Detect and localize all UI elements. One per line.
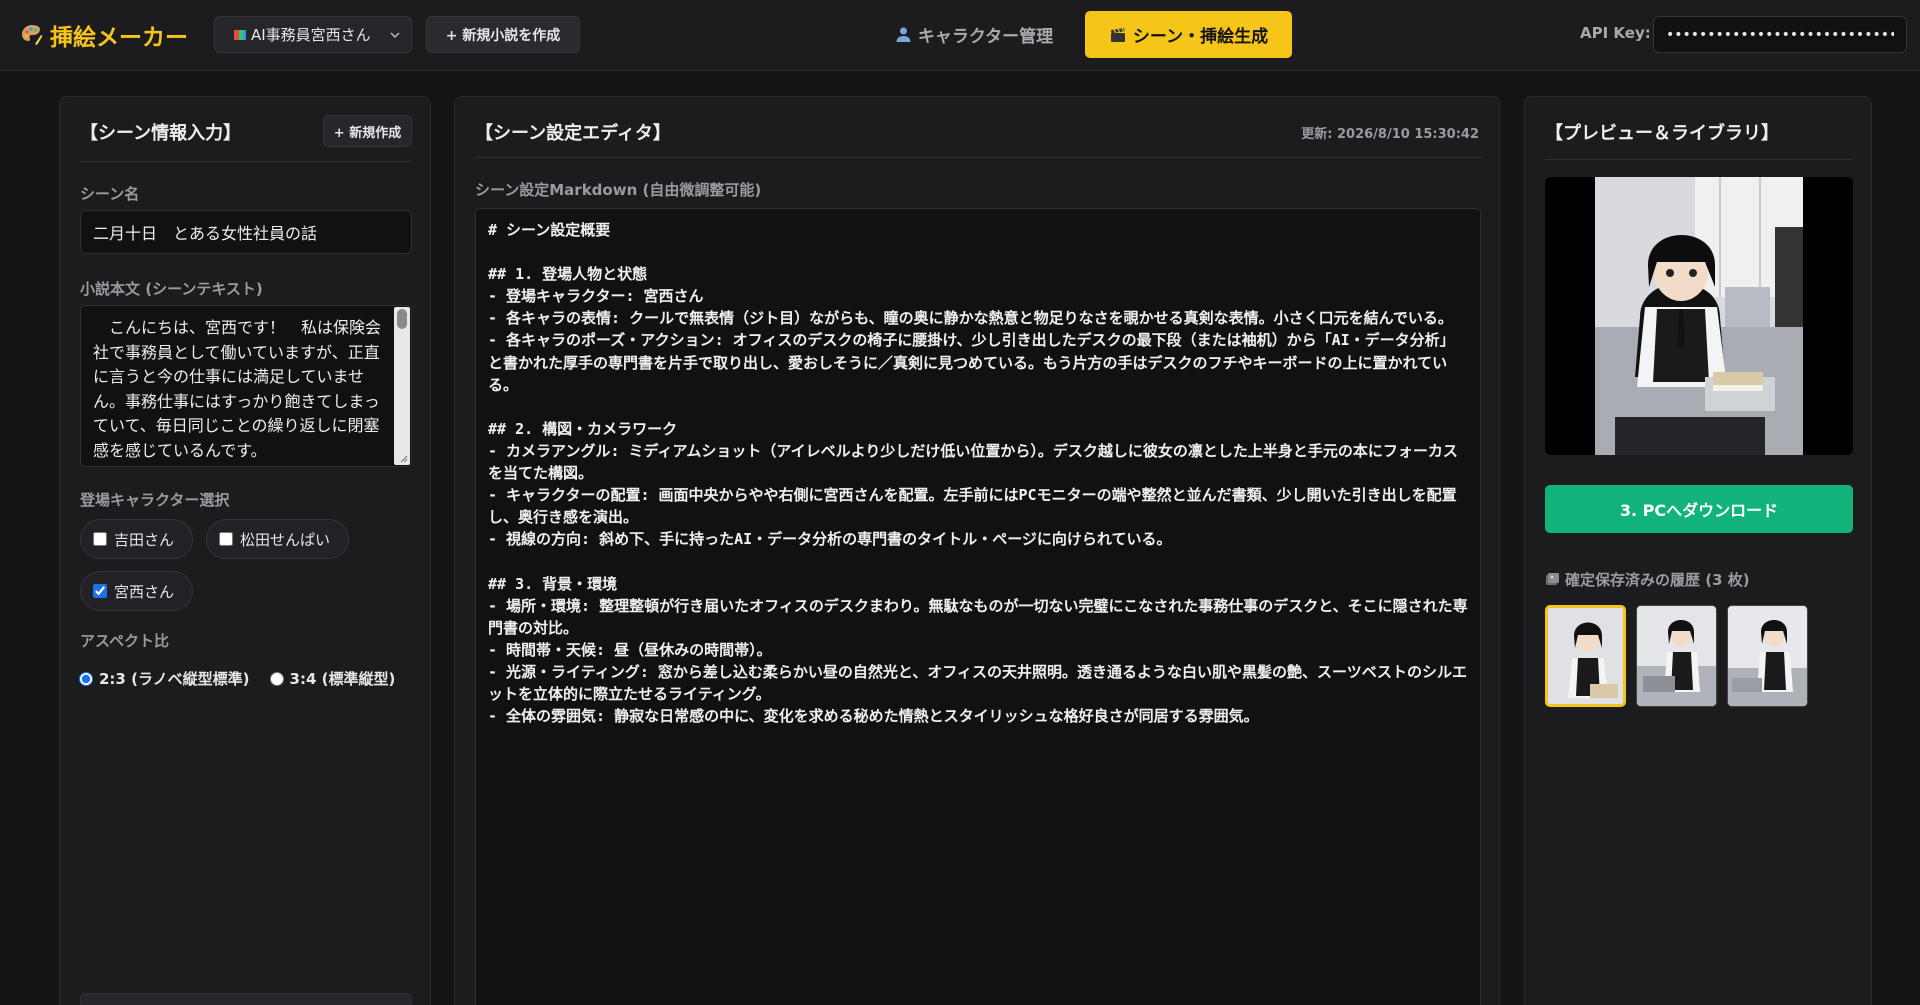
history-label: 確定保存済みの履歴 (3 枚) [1545, 569, 1750, 590]
history-thumbnail-3[interactable] [1727, 605, 1808, 707]
new-scene-button[interactable]: + 新規作成 [323, 115, 412, 147]
character-checkbox-miyanishi[interactable] [93, 584, 107, 598]
illustration-preview [1545, 177, 1853, 455]
download-button[interactable]: 3. PCへダウンロード [1545, 485, 1853, 533]
aspect-option-label: 3:4 (標準縦型) [289, 670, 396, 688]
new-novel-button[interactable]: + 新規小説を作成 [426, 16, 580, 53]
character-chip-miyanishi[interactable]: 宮西さん [80, 571, 193, 611]
divider [475, 157, 1481, 158]
character-checkbox-yoshida[interactable] [93, 532, 107, 546]
markdown-editor[interactable]: # シーン設定概要 ## 1. 登場人物と状態 - 登場キャラクター: 宮西さん… [475, 208, 1481, 1005]
api-key-label: API Key: [1580, 24, 1651, 42]
palette-icon [22, 25, 43, 45]
character-chip-yoshida[interactable]: 吉田さん [80, 519, 193, 559]
markdown-label: シーン設定Markdown (自由微調整可能) [475, 181, 762, 199]
thumbnail-image [1637, 606, 1716, 706]
nav-character-label: キャラクター管理 [917, 27, 1054, 47]
scene-info-title: 【シーン情報入力】 [80, 123, 242, 144]
person-icon [896, 27, 911, 42]
nav-scene-generation[interactable]: シーン・挿絵生成 [1085, 11, 1292, 58]
aspect-label: アスペクト比 [80, 632, 169, 650]
character-chip-matsuda[interactable]: 松田せんぱい [206, 519, 349, 559]
top-bar: 挿絵メーカー AI事務員宮西さん + 新規小説を作成 キャラクター管理 シーン・… [0, 0, 1920, 71]
scene-editor-title: 【シーン設定エディタ】 [475, 123, 671, 144]
nav-scene-label: シーン・挿絵生成 [1132, 27, 1269, 47]
preview-image[interactable] [1545, 177, 1853, 455]
resize-grip-icon[interactable] [398, 453, 408, 463]
character-name: 吉田さん [114, 530, 175, 549]
aspect-option-label: 2:3 (ラノベ縦型標準) [99, 670, 250, 688]
aspect-radio-3-4[interactable] [269, 671, 284, 686]
image-stack-icon [1546, 573, 1559, 585]
app-title: 挿絵メーカー [50, 25, 188, 51]
novel-select[interactable]: AI事務員宮西さん [214, 16, 412, 53]
clapperboard-icon [1110, 27, 1125, 42]
chevron-down-icon [390, 31, 400, 38]
scene-name-label: シーン名 [80, 185, 140, 203]
divider [1545, 159, 1853, 160]
novel-select-value: AI事務員宮西さん [251, 26, 371, 44]
app-logo[interactable]: 挿絵メーカー [20, 18, 188, 52]
scene-text-input[interactable]: こんにちは、宮西です！ 私は保険会社で事務員として働いていますが、正直に言うと今… [80, 305, 412, 467]
scene-name-input[interactable] [80, 210, 412, 254]
thumbnail-image [1728, 606, 1807, 706]
scene-text-label: 小説本文 (シーンテキスト) [80, 280, 263, 298]
character-name: 松田せんぱい [240, 530, 331, 549]
scene-info-panel: 【シーン情報入力】 + 新規作成 シーン名 小説本文 (シーンテキスト) こんに… [59, 96, 431, 1005]
history-label-text: 確定保存済みの履歴 (3 枚) [1565, 571, 1750, 589]
scene-text-scrollbar[interactable] [394, 307, 410, 465]
api-key-input[interactable] [1653, 16, 1907, 53]
aspect-options: 2:3 (ラノベ縦型標準) 3:4 (標準縦型) [79, 668, 395, 689]
updated-timestamp: 更新: 2026/8/10 15:30:42 [1301, 127, 1479, 142]
book-icon [234, 29, 246, 40]
scrollbar-thumb[interactable] [397, 309, 407, 329]
preview-library-panel: 【プレビュー＆ライブラリ】 3. PCへダウンロード 確定保存済みの履歴 (3 … [1524, 96, 1872, 1005]
preview-title: 【プレビュー＆ライブラリ】 [1545, 123, 1779, 144]
divider [80, 161, 412, 162]
character-checkbox-matsuda[interactable] [219, 532, 233, 546]
scene-editor-panel: 【シーン設定エディタ】 更新: 2026/8/10 15:30:42 シーン設定… [454, 96, 1500, 1005]
aspect-option-2-3[interactable]: 2:3 (ラノベ縦型標準) [79, 668, 250, 689]
history-thumbnail-2[interactable] [1636, 605, 1717, 707]
nav-character-management[interactable]: キャラクター管理 [884, 16, 1064, 53]
character-name: 宮西さん [114, 582, 175, 601]
aspect-radio-2-3[interactable] [79, 671, 93, 686]
generate-button-partial[interactable] [80, 993, 412, 1005]
thumbnail-image [1548, 608, 1623, 704]
history-thumbnail-1[interactable] [1545, 605, 1626, 707]
characters-label: 登場キャラクター選択 [80, 491, 230, 509]
aspect-option-3-4[interactable]: 3:4 (標準縦型) [269, 668, 396, 689]
